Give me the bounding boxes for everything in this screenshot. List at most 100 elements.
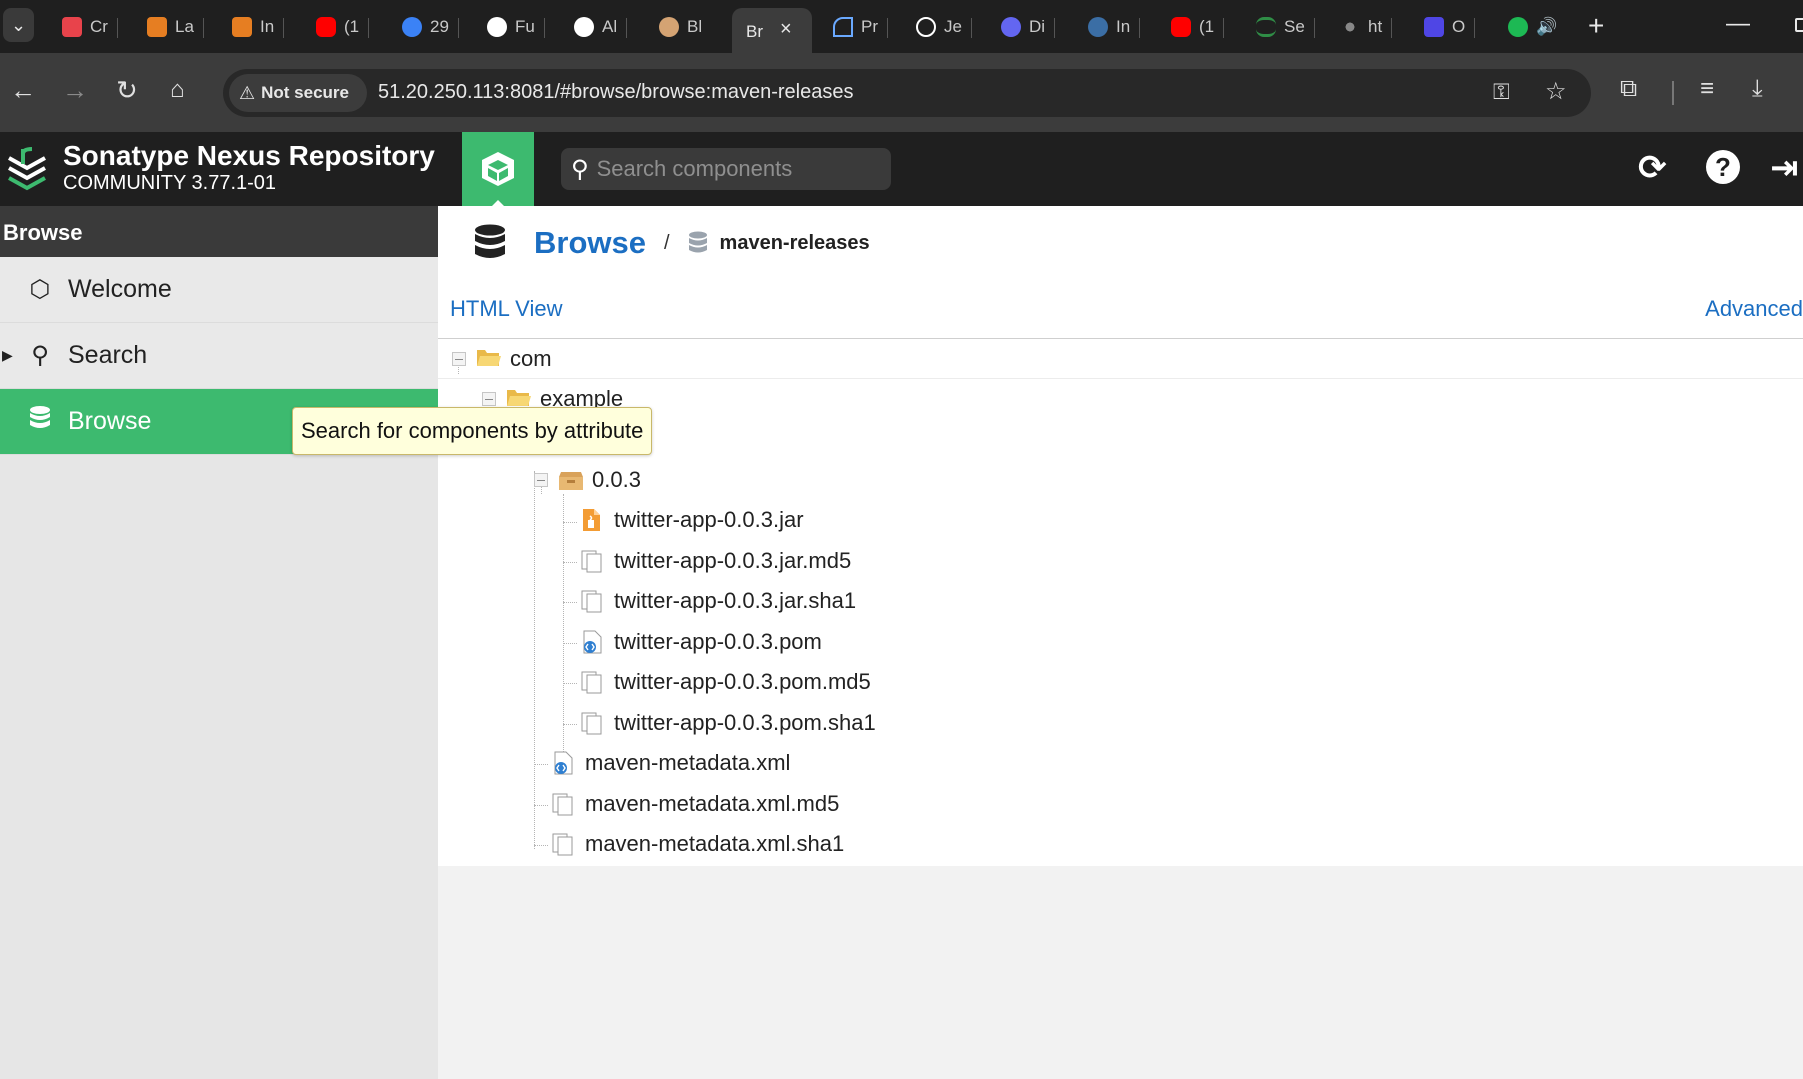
browser-tab[interactable]: 🔊: [1508, 12, 1557, 42]
browser-tab[interactable]: La: [147, 12, 204, 42]
browser-tab[interactable]: Je: [916, 12, 972, 42]
download-icon[interactable]: ⤓: [1752, 75, 1763, 103]
sign-in-icon[interactable]: ⇥: [1770, 148, 1799, 188]
active-browser-tab[interactable]: Br ×: [732, 8, 812, 53]
tab-title: In: [1116, 17, 1131, 36]
sidebar-item-search[interactable]: ▶ ⚲ Search: [0, 323, 438, 389]
deepseek-icon: [1001, 17, 1021, 37]
password-key-icon[interactable]: ⚿: [1493, 79, 1510, 105]
tab-title: (1: [1199, 17, 1215, 36]
site-info-chip[interactable]: ⚠ Not secure: [229, 74, 367, 112]
tree-node-asset[interactable]: twitter-app-0.0.3.jar.sha1: [580, 581, 856, 621]
tab-title: ht: [1368, 17, 1383, 36]
help-icon[interactable]: ?: [1706, 150, 1740, 184]
database-icon: [28, 405, 52, 438]
maximize-window-button[interactable]: [1795, 18, 1803, 32]
minimize-window-button[interactable]: —: [1726, 10, 1750, 38]
browser-tab[interactable]: 29: [402, 12, 459, 42]
browser-tab[interactable]: Fu: [487, 12, 545, 42]
browser-tab[interactable]: Se: [1256, 12, 1315, 42]
bookmark-star-icon[interactable]: ☆: [1545, 77, 1567, 106]
tab-search-button[interactable]: ⌄: [3, 8, 34, 42]
jar-file-icon: [580, 508, 606, 532]
openai-icon: [916, 17, 936, 37]
tree-node-asset[interactable]: twitter-app-0.0.3.pom.md5: [580, 662, 871, 702]
refresh-icon[interactable]: ⟳: [1638, 148, 1667, 188]
reload-icon[interactable]: ↻: [116, 75, 138, 105]
database-icon: [475, 224, 505, 258]
tree-node-label: twitter-app-0.0.3.jar.md5: [614, 548, 852, 573]
tree-node-asset[interactable]: maven-metadata.xml.md5: [551, 784, 839, 824]
extensions-icon[interactable]: ⧉: [1620, 75, 1637, 103]
tab-title: (1: [344, 17, 360, 36]
browse-mode-button[interactable]: [462, 132, 534, 207]
search-tooltip: Search for components by attribute: [292, 407, 653, 455]
tree-node-asset[interactable]: twitter-app-0.0.3.pom: [580, 622, 822, 662]
html-view-link[interactable]: HTML View: [450, 296, 562, 322]
hexagon-icon: ⬡: [29, 276, 51, 303]
browser-tab[interactable]: Bl: [659, 12, 702, 42]
tab-favicon: [232, 17, 252, 37]
tree-node-asset[interactable]: twitter-app-0.0.3.pom.sha1: [580, 703, 876, 743]
home-icon[interactable]: ⌂: [170, 75, 185, 105]
expand-caret-icon[interactable]: ▶: [2, 347, 13, 364]
tree-node-asset[interactable]: twitter-app-0.0.3.jar.md5: [580, 541, 851, 581]
github-icon: [487, 17, 507, 37]
sidebar-item-label: Search: [68, 341, 148, 369]
search-components-input[interactable]: [596, 156, 877, 182]
browser-tab[interactable]: O: [1424, 12, 1476, 42]
browser-tab[interactable]: (1: [316, 12, 370, 42]
browser-toolbar: ← → ↻ ⌂ ⚠ Not secure 51.20.250.113:8081/…: [0, 53, 1803, 132]
tab-title: Se: [1284, 17, 1305, 36]
tree-node-asset[interactable]: twitter-app-0.0.3.jar: [580, 500, 804, 540]
browse-content: Browse / maven-releases HTML View Advanc…: [438, 206, 1803, 866]
collapse-toggle-icon[interactable]: [534, 473, 548, 487]
github-icon: [574, 17, 594, 37]
folder-open-icon: [476, 347, 502, 371]
media-queue-icon[interactable]: ≡: [1700, 75, 1714, 103]
new-tab-button[interactable]: +: [1588, 12, 1604, 40]
component-search-box[interactable]: ⚲: [561, 148, 891, 190]
collapse-toggle-icon[interactable]: [452, 352, 466, 366]
tree-node-component[interactable]: 0.0.3: [534, 460, 641, 500]
dots-icon: [1340, 17, 1360, 37]
youtube-icon: [316, 17, 336, 37]
close-tab-icon[interactable]: ×: [780, 18, 792, 41]
browser-tab[interactable]: (1: [1171, 12, 1225, 42]
back-arrow-icon[interactable]: ←: [10, 75, 36, 105]
tree-node-label: maven-metadata.xml: [585, 750, 791, 775]
tree-node-asset[interactable]: maven-metadata.xml.sha1: [551, 824, 844, 864]
search-icon: ⚲: [571, 155, 589, 183]
address-bar[interactable]: ⚠ Not secure 51.20.250.113:8081/#browse/…: [223, 69, 1591, 117]
browser-tab[interactable]: ht: [1340, 12, 1393, 42]
toolbar-divider: [1672, 81, 1674, 105]
tree-node-asset[interactable]: maven-metadata.xml: [551, 743, 790, 783]
browser-tab[interactable]: Al: [574, 12, 628, 42]
browser-tab[interactable]: In: [232, 12, 285, 42]
breadcrumb-repository: maven-releases: [719, 231, 870, 254]
main-panel: Browse / maven-releases HTML View Advanc…: [438, 206, 1803, 1079]
geeksforgeeks-icon: [1256, 17, 1276, 37]
advanced-search-link[interactable]: Advanced: [1705, 296, 1803, 322]
breadcrumb-separator: /: [663, 231, 670, 254]
breadcrumb-browse-link[interactable]: Browse: [534, 225, 646, 261]
tab-title: Pr: [861, 17, 878, 36]
browser-tab[interactable]: Di: [1001, 12, 1056, 42]
speaker-icon: 🔊: [1536, 17, 1558, 36]
tab-title: Di: [1029, 17, 1046, 36]
collapse-toggle-icon[interactable]: [482, 392, 496, 406]
forward-arrow-icon[interactable]: →: [62, 75, 88, 105]
sidebar-item-welcome[interactable]: ⬡ Welcome: [0, 257, 438, 323]
tree-node-label: maven-metadata.xml.md5: [585, 791, 840, 816]
tree-node-label: com: [510, 346, 552, 371]
browser-tab[interactable]: Pr: [833, 12, 888, 42]
notion-icon: [1424, 17, 1444, 37]
tree-node-label: 0.0.3: [592, 467, 641, 492]
browser-tab[interactable]: In: [1088, 12, 1141, 42]
tree-node-folder[interactable]: com: [452, 339, 552, 379]
tree-node-label: twitter-app-0.0.3.pom: [614, 629, 822, 654]
tab-title: Bl: [687, 17, 703, 36]
url-text[interactable]: 51.20.250.113:8081/#browse/browse:maven-…: [378, 81, 854, 104]
browser-tab[interactable]: Cr: [62, 12, 118, 42]
product-version: COMMUNITY 3.77.1-01: [63, 172, 277, 194]
